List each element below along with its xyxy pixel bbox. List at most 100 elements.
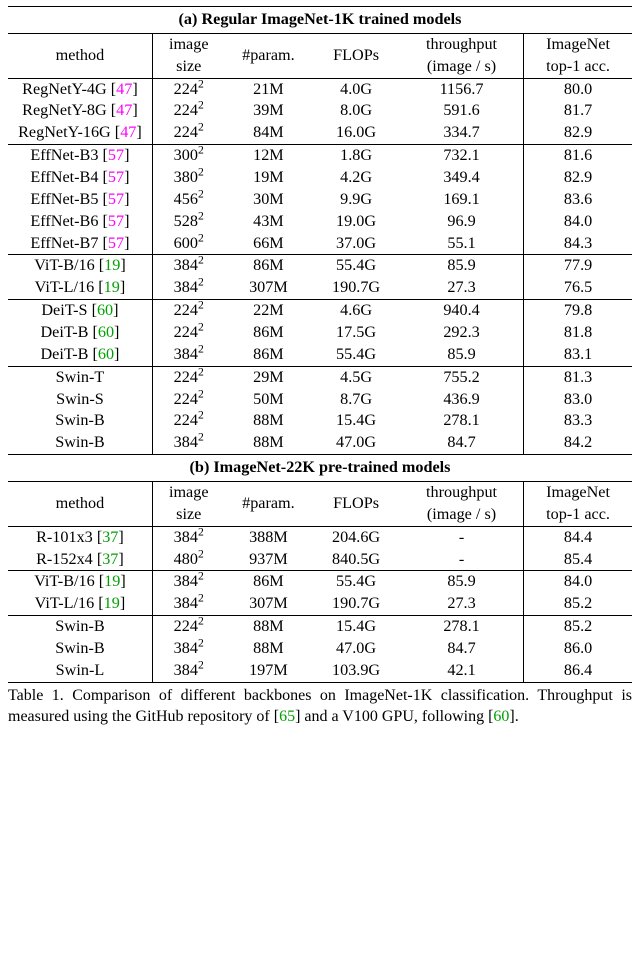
cell-param: 12M — [225, 145, 313, 167]
hdr-flops: FLOPs — [312, 482, 400, 527]
cell-flops: 17.5G — [312, 322, 400, 344]
cell-method: Swin-S — [8, 389, 152, 411]
hdr-image-size: image size — [152, 33, 224, 78]
table-row: EffNet-B4 [57]380219M4.2G349.482.9 — [8, 167, 632, 189]
table-row: Swin-B384288M47.0G84.786.0 — [8, 638, 632, 660]
cell-image-size: 5282 — [152, 211, 224, 233]
cell-image-size: 4562 — [152, 189, 224, 211]
citation-link[interactable]: 57 — [108, 168, 124, 186]
cell-param: 307M — [225, 277, 313, 299]
hdr-method: method — [8, 482, 152, 527]
cell-flops: 204.6G — [312, 526, 400, 548]
cell-throughput: - — [400, 549, 524, 571]
table-row: DeiT-B [60]384286M55.4G85.983.1 — [8, 344, 632, 366]
cell-method: Swin-B — [8, 638, 152, 660]
cell-flops: 19.0G — [312, 211, 400, 233]
cell-method: R-152x4 [37] — [8, 549, 152, 571]
cell-acc: 79.8 — [524, 300, 632, 322]
citation-link[interactable]: 60 — [97, 301, 113, 319]
cell-param: 88M — [225, 616, 313, 638]
table-row: RegNetY-16G [47]224284M16.0G334.782.9 — [8, 122, 632, 144]
cell-flops: 4.0G — [312, 78, 400, 100]
cell-image-size: 3842 — [152, 255, 224, 277]
citation-link[interactable]: 19 — [104, 594, 120, 612]
header-row-b: method image size #param. FLOPs throughp… — [8, 482, 632, 527]
hdr-image-size: image size — [152, 482, 224, 527]
cell-throughput: 1156.7 — [400, 78, 524, 100]
cell-acc: 84.2 — [524, 432, 632, 454]
cell-acc: 81.6 — [524, 145, 632, 167]
citation-link[interactable]: 57 — [108, 190, 124, 208]
cell-acc: 82.9 — [524, 122, 632, 144]
table-row: Swin-B224288M15.4G278.185.2 — [8, 616, 632, 638]
table-row: Swin-B384288M47.0G84.784.2 — [8, 432, 632, 454]
citation-link[interactable]: 57 — [108, 212, 124, 230]
citation-link[interactable]: 60 — [493, 708, 509, 725]
cell-image-size: 3002 — [152, 145, 224, 167]
cell-image-size: 3842 — [152, 526, 224, 548]
table-row: ViT-B/16 [19]384286M55.4G85.977.9 — [8, 255, 632, 277]
table-row: EffNet-B5 [57]456230M9.9G169.183.6 — [8, 189, 632, 211]
citation-link[interactable]: 60 — [98, 345, 114, 363]
cell-method: ViT-L/16 [19] — [8, 277, 152, 299]
cell-method: EffNet-B3 [57] — [8, 145, 152, 167]
cell-method: RegNetY-8G [47] — [8, 100, 152, 122]
table-row: EffNet-B3 [57]300212M1.8G732.181.6 — [8, 145, 632, 167]
cell-image-size: 3842 — [152, 432, 224, 454]
citation-link[interactable]: 19 — [104, 256, 120, 274]
cell-flops: 840.5G — [312, 549, 400, 571]
cell-image-size: 3842 — [152, 638, 224, 660]
cell-image-size: 2242 — [152, 616, 224, 638]
table-row: Swin-B224288M15.4G278.183.3 — [8, 410, 632, 432]
cell-acc: 83.6 — [524, 189, 632, 211]
cell-throughput: 169.1 — [400, 189, 524, 211]
cell-image-size: 2242 — [152, 78, 224, 100]
cell-throughput: 292.3 — [400, 322, 524, 344]
cell-acc: 81.3 — [524, 366, 632, 388]
cell-flops: 37.0G — [312, 233, 400, 255]
citation-link[interactable]: 19 — [104, 572, 120, 590]
cell-acc: 80.0 — [524, 78, 632, 100]
citation-link[interactable]: 57 — [108, 146, 124, 164]
cell-flops: 103.9G — [312, 660, 400, 682]
cell-image-size: 2242 — [152, 389, 224, 411]
cell-method: EffNet-B5 [57] — [8, 189, 152, 211]
cell-method: EffNet-B6 [57] — [8, 211, 152, 233]
cell-throughput: 85.9 — [400, 255, 524, 277]
citation-link[interactable]: 47 — [116, 80, 132, 98]
cell-param: 66M — [225, 233, 313, 255]
cell-image-size: 3842 — [152, 593, 224, 615]
cell-acc: 83.0 — [524, 389, 632, 411]
citation-link[interactable]: 47 — [116, 101, 132, 119]
cell-param: 86M — [225, 255, 313, 277]
cell-method: EffNet-B4 [57] — [8, 167, 152, 189]
cell-param: 50M — [225, 389, 313, 411]
citation-link[interactable]: 37 — [102, 550, 118, 568]
cell-flops: 1.8G — [312, 145, 400, 167]
citation-link[interactable]: 60 — [98, 323, 114, 341]
cell-image-size: 3802 — [152, 167, 224, 189]
cell-method: Swin-B — [8, 616, 152, 638]
cell-acc: 83.3 — [524, 410, 632, 432]
section-a-title-row: (a) Regular ImageNet-1K trained models — [8, 7, 632, 34]
citation-link[interactable]: 57 — [108, 234, 124, 252]
cell-param: 22M — [225, 300, 313, 322]
cell-throughput: 85.9 — [400, 344, 524, 366]
cell-throughput: - — [400, 526, 524, 548]
cell-flops: 190.7G — [312, 593, 400, 615]
citation-link[interactable]: 47 — [120, 123, 136, 141]
cell-throughput: 85.9 — [400, 571, 524, 593]
cell-param: 197M — [225, 660, 313, 682]
cell-acc: 86.4 — [524, 660, 632, 682]
citation-link[interactable]: 37 — [102, 528, 118, 546]
cell-flops: 15.4G — [312, 410, 400, 432]
cell-param: 88M — [225, 410, 313, 432]
cell-method: DeiT-B [60] — [8, 344, 152, 366]
citation-link[interactable]: 19 — [104, 278, 120, 296]
cell-method: RegNetY-16G [47] — [8, 122, 152, 144]
citation-link[interactable]: 65 — [279, 708, 295, 725]
cell-acc: 77.9 — [524, 255, 632, 277]
cell-throughput: 96.9 — [400, 211, 524, 233]
cell-image-size: 4802 — [152, 549, 224, 571]
table-row: EffNet-B7 [57]600266M37.0G55.184.3 — [8, 233, 632, 255]
